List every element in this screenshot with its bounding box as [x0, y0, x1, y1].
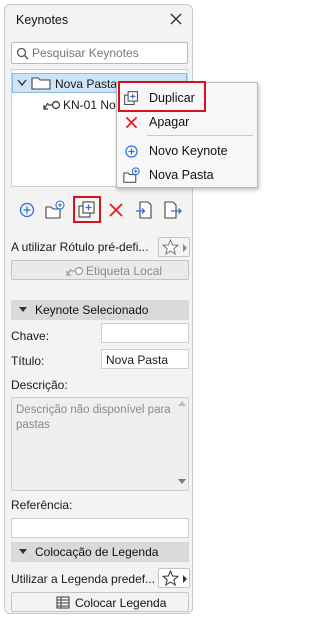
- tree-item-folder-label: Nova Pasta: [55, 77, 118, 91]
- title-field[interactable]: Nova Pasta: [101, 349, 189, 369]
- menu-item-new-keynote[interactable]: Novo Keynote: [117, 140, 257, 162]
- import-icon[interactable]: [135, 200, 155, 220]
- dropdown-arrow-icon: [183, 244, 187, 252]
- keynote-icon: [43, 100, 61, 110]
- star-icon: [162, 239, 179, 255]
- description-label: Descrição:: [11, 378, 68, 392]
- dropdown-arrow-icon: [183, 575, 187, 583]
- new-folder-icon: [123, 167, 140, 183]
- scroll-up-icon[interactable]: [178, 401, 186, 406]
- search-input[interactable]: [32, 45, 182, 61]
- description-placeholder: Descrição não disponível para pastas: [16, 404, 171, 431]
- legend-settings-row: Utilizar a Legenda predef...: [11, 568, 191, 589]
- delete-x-icon: [125, 116, 138, 129]
- add-keynote-icon[interactable]: [17, 200, 37, 220]
- new-folder-icon[interactable]: [45, 200, 65, 220]
- favorites-button[interactable]: [158, 237, 190, 257]
- title-label: Título:: [11, 354, 45, 368]
- panel-titlebar: Keynotes: [5, 5, 192, 35]
- menu-item-new-folder[interactable]: Nova Pasta: [117, 164, 257, 186]
- menu-item-new-folder-label: Nova Pasta: [149, 168, 214, 182]
- reference-label: Referência:: [11, 498, 73, 512]
- menu-item-new-keynote-label: Novo Keynote: [149, 144, 228, 158]
- label-marker-icon: [66, 266, 84, 276]
- add-circle-icon: [125, 145, 138, 158]
- expand-arrow-icon[interactable]: [17, 79, 27, 87]
- delete-icon[interactable]: [106, 200, 126, 220]
- menu-item-delete-label: Apagar: [149, 115, 190, 129]
- legend-settings-text: Utilizar a Legenda predef...: [11, 572, 156, 586]
- local-label-button-text: Etiqueta Local: [86, 264, 163, 278]
- scroll-down-icon[interactable]: [178, 479, 186, 484]
- menu-separator: [147, 135, 253, 136]
- close-icon[interactable]: [168, 11, 184, 27]
- place-legend-button-text: Colocar Legenda: [75, 596, 167, 610]
- reference-field[interactable]: [11, 518, 189, 538]
- export-icon[interactable]: [163, 200, 183, 220]
- local-label-button[interactable]: Etiqueta Local: [11, 260, 189, 280]
- selected-keynote-section-title: Keynote Selecionado: [35, 303, 149, 317]
- label-settings-row: A utilizar Rótulo pré-defi...: [11, 237, 191, 257]
- legend-section-title: Colocação de Legenda: [35, 545, 159, 559]
- search-box[interactable]: [11, 42, 188, 64]
- collapse-arrow-icon: [19, 549, 27, 554]
- label-settings-text: A utilizar Rótulo pré-defi...: [11, 240, 149, 254]
- collapse-arrow-icon: [19, 307, 27, 312]
- legend-table-icon: [56, 596, 70, 609]
- place-legend-button[interactable]: Colocar Legenda: [11, 592, 189, 612]
- star-icon: [162, 570, 179, 586]
- panel-title: Keynotes: [16, 13, 69, 27]
- description-field[interactable]: Descrição não disponível para pastas: [11, 397, 189, 491]
- legend-section-header[interactable]: Colocação de Legenda: [11, 542, 189, 562]
- search-icon: [16, 47, 29, 60]
- duplicate-toolbar-highlight: [73, 196, 101, 223]
- key-label: Chave:: [11, 329, 50, 343]
- duplicate-menu-highlight: [118, 81, 206, 112]
- key-field[interactable]: [101, 323, 189, 343]
- legend-favorites-button[interactable]: [158, 568, 190, 588]
- menu-item-delete[interactable]: Apagar: [117, 111, 257, 133]
- folder-icon: [31, 77, 51, 90]
- selected-keynote-section-header[interactable]: Keynote Selecionado: [11, 300, 189, 320]
